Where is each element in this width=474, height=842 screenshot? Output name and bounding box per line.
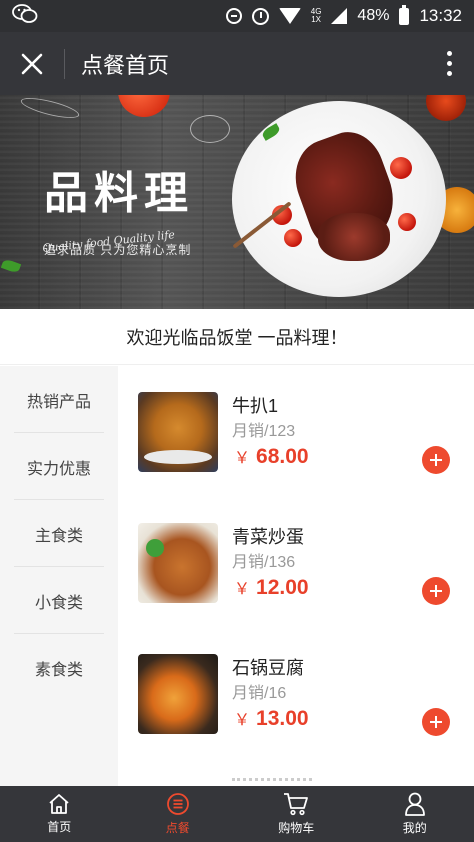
clock: 13:32	[419, 6, 462, 25]
cherry-tomato-image	[390, 157, 412, 179]
product-sales: 月销/16	[232, 685, 287, 702]
category-item-snack[interactable]: 小食类	[0, 567, 118, 634]
category-item-vegetarian[interactable]: 素食类	[0, 634, 118, 701]
tab-order[interactable]: 点餐	[119, 786, 238, 842]
price-value: 12.00	[256, 576, 309, 599]
category-sidebar: 热销产品 实力优惠 主食类 小食类 素食类	[0, 366, 118, 786]
add-to-cart-button[interactable]	[422, 708, 450, 736]
wechat-icon	[12, 3, 38, 29]
sketch-decoration	[190, 115, 230, 143]
tab-label: 我的	[402, 821, 427, 835]
product-sales: 月销/123	[232, 423, 296, 440]
price-value: 68.00	[256, 445, 309, 468]
bottom-tab-bar: 首页 点餐 购物车 我的	[0, 786, 474, 842]
product-image[interactable]	[138, 523, 218, 603]
product-sales: 月销/136	[232, 554, 296, 571]
more-menu-button[interactable]	[424, 32, 474, 95]
network-type-bottom: 1X	[311, 15, 321, 24]
product-price: ￥ 68.00	[234, 444, 309, 469]
banner-brand: 品料理	[44, 168, 194, 219]
product-item[interactable]: 石锅豆腐 月销/16 ￥ 13.00	[118, 628, 474, 758]
app-header: 点餐首页	[0, 32, 474, 95]
product-name: 牛扒1	[232, 396, 279, 416]
currency-symbol: ￥	[234, 581, 251, 598]
menu-icon	[166, 793, 189, 815]
home-icon	[49, 794, 69, 814]
signal-icon	[331, 8, 348, 24]
more-dot-icon	[446, 71, 452, 76]
tab-label: 点餐	[165, 821, 190, 835]
product-image[interactable]	[138, 392, 218, 472]
steak-image	[318, 213, 390, 261]
product-item[interactable]: 牛扒1 月销/123 ￥ 68.00	[118, 366, 474, 496]
more-dot-icon	[446, 61, 452, 66]
category-item-discount[interactable]: 实力优惠	[0, 433, 118, 500]
product-name: 石锅豆腐	[232, 658, 304, 678]
wifi-icon	[278, 8, 301, 24]
battery-percent: 48%	[357, 7, 390, 24]
network-type-icon: 4G 1X	[311, 8, 322, 24]
product-image[interactable]	[138, 654, 218, 734]
category-label: 实力优惠	[26, 460, 91, 478]
tab-label: 购物车	[278, 821, 315, 835]
next-product-peek	[232, 778, 312, 786]
battery-icon	[399, 4, 410, 25]
tab-label: 首页	[47, 820, 72, 834]
product-price: ￥ 13.00	[234, 706, 309, 731]
alarm-icon	[251, 7, 269, 25]
tab-cart[interactable]: 购物车	[237, 786, 356, 842]
product-item[interactable]: 青菜炒蛋 月销/136 ￥ 12.00	[118, 497, 474, 627]
header-divider	[64, 48, 65, 79]
product-list[interactable]: 牛扒1 月销/123 ￥ 68.00 青菜炒蛋 月销/136 ￥ 12.00 石锅豆…	[118, 366, 474, 786]
tab-mine[interactable]: 我的	[356, 786, 474, 842]
data-saver-icon	[225, 8, 242, 24]
currency-symbol: ￥	[234, 712, 251, 729]
page-title: 点餐首页	[81, 52, 170, 78]
more-dot-icon	[446, 51, 452, 56]
currency-symbol: ￥	[234, 450, 251, 467]
category-label: 主食类	[34, 527, 83, 545]
category-label: 素食类	[34, 661, 83, 679]
product-name: 青菜炒蛋	[232, 527, 304, 547]
cherry-tomato-image	[398, 213, 416, 231]
category-item-main[interactable]: 主食类	[0, 500, 118, 567]
price-value: 13.00	[256, 707, 309, 730]
banner-slogan-cn: 追求品质 只为您精心烹制	[44, 243, 192, 257]
cherry-tomato-image	[284, 229, 302, 247]
status-bar: 4G 1X 48% 13:32	[0, 0, 474, 32]
user-icon	[404, 792, 425, 816]
cart-icon	[284, 793, 309, 816]
welcome-text: 欢迎光临品饭堂 一品料理！	[0, 309, 474, 365]
add-to-cart-button[interactable]	[422, 577, 450, 605]
tab-home[interactable]: 首页	[0, 786, 119, 842]
product-price: ￥ 12.00	[234, 575, 309, 600]
close-icon	[21, 53, 43, 74]
category-item-hot[interactable]: 热销产品	[0, 366, 118, 433]
add-to-cart-button[interactable]	[422, 446, 450, 474]
category-label: 小食类	[34, 594, 83, 612]
close-button[interactable]	[0, 32, 64, 95]
promo-banner[interactable]: Quality food Quality life 品料理 追求品质 只为您精心…	[0, 95, 474, 309]
category-label: 热销产品	[26, 393, 91, 411]
